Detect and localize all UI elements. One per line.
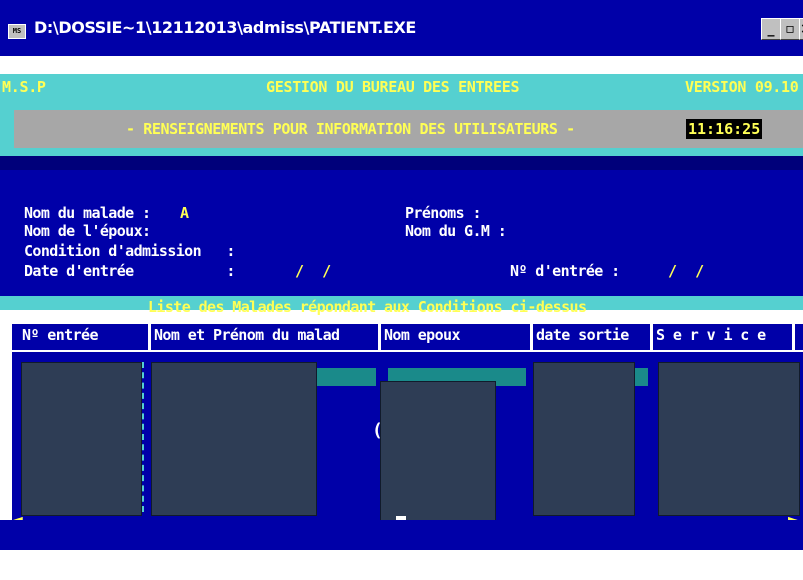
no-entree-input[interactable]: / /	[668, 262, 704, 280]
nom-malade-label: Nom du malade :	[24, 204, 151, 222]
redaction-block	[533, 362, 635, 516]
column-divider	[378, 322, 381, 352]
separator-bar	[0, 156, 803, 170]
close-button[interactable]: ×	[799, 18, 803, 40]
list-top-border	[12, 322, 803, 324]
nom-gm-label: Nom du G.M :	[405, 222, 507, 240]
prenoms-label: Prénoms :	[405, 204, 481, 222]
column-divider	[148, 322, 151, 352]
maximize-button[interactable]: ▫	[780, 18, 800, 40]
selected-row-highlight[interactable]	[316, 368, 376, 386]
window-title: D:\DOSSIE~1\12112013\admiss\PATIENT.EXE	[34, 18, 416, 37]
column-header-nom-prenom[interactable]: Nom et Prénom du malad	[154, 326, 340, 344]
redaction-block	[658, 362, 800, 516]
header-org: M.S.P	[2, 78, 46, 96]
clock: 11:16:25	[686, 119, 763, 139]
column-divider	[792, 322, 795, 352]
list-title: Liste des Malades répondant aux Conditio…	[148, 298, 587, 316]
column-header-no-entree[interactable]: Nº entrée	[22, 326, 98, 344]
date-entree-label: Date d'entrée :	[24, 262, 235, 280]
column-divider	[650, 322, 653, 352]
column-divider	[530, 322, 533, 352]
nom-epoux-label: Nom de l'époux:	[24, 222, 151, 240]
status-bar	[0, 520, 803, 550]
header-subtitle: - RENSEIGNEMENTS POUR INFORMATION DES UT…	[126, 120, 575, 138]
condition-admission-label: Condition d'admission :	[24, 242, 235, 260]
header-version: VERSION 09.10	[685, 78, 799, 96]
header-app-name: GESTION DU BUREAU DES ENTREES	[266, 78, 520, 96]
date-entree-input[interactable]: / /	[295, 262, 331, 280]
minimize-button[interactable]: _	[761, 18, 781, 40]
column-header-service[interactable]: S e r v i c e	[656, 326, 766, 344]
redaction-block	[380, 381, 496, 523]
msdos-icon[interactable]: MS	[8, 24, 26, 39]
column-header-nom-epoux[interactable]: Nom epoux	[384, 326, 460, 344]
redaction-block	[21, 362, 142, 516]
list-header-border	[12, 350, 803, 352]
nom-malade-input[interactable]: A	[180, 204, 189, 222]
column-divider	[142, 362, 146, 512]
no-entree-label: Nº d'entrée :	[510, 262, 620, 280]
redaction-block	[151, 362, 317, 516]
selected-row-highlight[interactable]	[634, 368, 648, 386]
column-header-date-sortie[interactable]: date sortie	[536, 326, 629, 344]
bottom-margin	[0, 552, 803, 580]
